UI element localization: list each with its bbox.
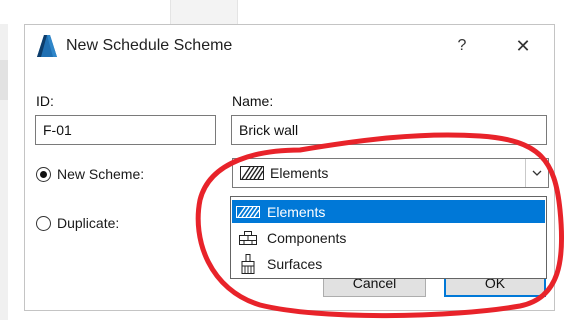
brick-structure-icon xyxy=(236,230,260,246)
archicad-app-icon xyxy=(37,35,57,57)
hatch-pattern-icon xyxy=(240,166,264,180)
dropdown-item-label: Components xyxy=(267,229,347,246)
scheme-type-value: Elements xyxy=(270,165,329,181)
scheme-type-select[interactable]: Elements xyxy=(232,158,549,188)
help-button[interactable]: ? xyxy=(447,29,477,63)
new-scheme-radio[interactable]: New Scheme: xyxy=(36,163,144,185)
radio-checked-icon xyxy=(36,166,51,182)
dropdown-item-surfaces[interactable]: Surfaces xyxy=(232,252,545,275)
dropdown-item-elements[interactable]: Elements xyxy=(232,200,545,223)
background-window-edge-accent xyxy=(0,60,8,100)
name-label: Name: xyxy=(232,93,274,109)
hatch-pattern-icon xyxy=(236,205,260,218)
paint-brush-icon xyxy=(236,253,260,274)
background-window-top xyxy=(0,0,569,24)
dropdown-item-components[interactable]: Components xyxy=(232,226,545,249)
close-button[interactable]: ✕ xyxy=(503,29,543,63)
duplicate-radio[interactable]: Duplicate: xyxy=(36,212,119,234)
dropdown-item-label: Elements xyxy=(267,203,326,220)
name-field[interactable]: Brick wall xyxy=(231,115,547,145)
dialog-title: New Schedule Scheme xyxy=(66,37,233,54)
background-tab-strip xyxy=(170,0,238,24)
id-label: ID: xyxy=(36,93,54,109)
duplicate-label: Duplicate: xyxy=(57,215,120,231)
scheme-type-dropdown-list: Elements Components Surfaces xyxy=(230,196,547,279)
dialog-titlebar: New Schedule Scheme ? ✕ xyxy=(25,25,554,67)
id-field[interactable]: F-01 xyxy=(35,115,216,145)
new-scheme-label: New Scheme: xyxy=(57,166,145,182)
radio-unchecked-icon xyxy=(36,215,51,231)
chevron-down-icon[interactable] xyxy=(525,159,548,187)
dropdown-item-label: Surfaces xyxy=(267,255,323,272)
